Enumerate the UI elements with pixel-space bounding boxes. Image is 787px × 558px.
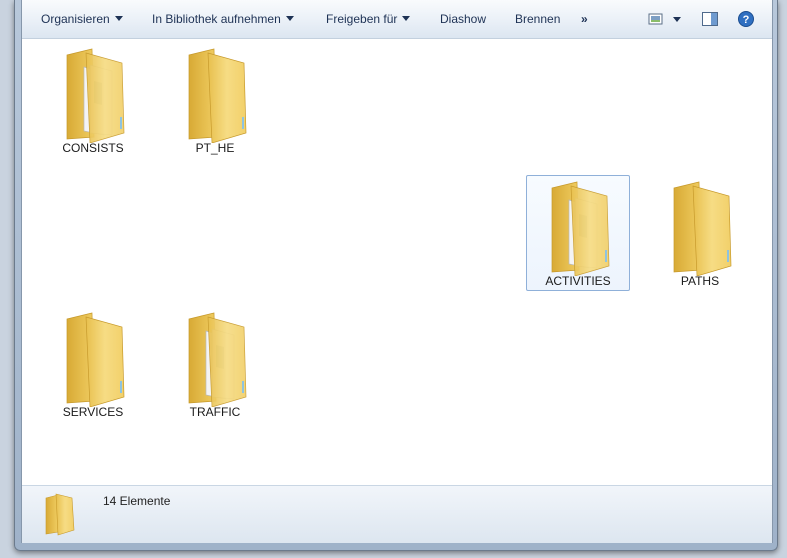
- folder-name: SERVICES: [62, 405, 124, 419]
- organize-button[interactable]: Organisieren: [41, 10, 123, 28]
- library-label: In Bibliothek aufnehmen: [152, 12, 281, 26]
- folder-item[interactable]: SERVICES: [41, 306, 145, 422]
- details-pane: 14 Elemente: [22, 485, 772, 543]
- folder-item[interactable]: ACTIVITIES: [526, 175, 630, 291]
- help-icon: ?: [738, 11, 754, 27]
- file-list-area[interactable]: CONSISTS PT_HE ACTIVITIES PATHS SERVICES TRAF…: [22, 39, 772, 485]
- share-label: Freigeben für: [326, 12, 398, 26]
- help-button[interactable]: ?: [738, 11, 754, 27]
- folder-icon: [186, 47, 250, 144]
- folder-icon: [671, 180, 735, 277]
- preview-pane-icon: [702, 12, 718, 26]
- folder-with-documents-icon: [64, 47, 128, 144]
- more-commands-button[interactable]: »: [581, 10, 588, 28]
- chevron-down-icon: [285, 16, 294, 21]
- chevron-down-icon: [673, 17, 681, 22]
- chevron-down-icon: [114, 16, 123, 21]
- view-options-button[interactable]: [673, 13, 683, 23]
- view-icon: [648, 13, 663, 25]
- folder-name: CONSISTS: [62, 141, 124, 155]
- folder-name: ACTIVITIES: [545, 274, 611, 288]
- explorer-window: Organisieren In Bibliothek aufnehmen Fre…: [14, 0, 778, 551]
- folder-with-documents-icon: [186, 311, 250, 408]
- burn-button[interactable]: Brennen: [515, 10, 560, 28]
- folder-item[interactable]: PATHS: [648, 175, 752, 291]
- change-view-button[interactable]: [648, 12, 664, 26]
- folder-icon: [64, 311, 128, 408]
- organize-label: Organisieren: [41, 12, 110, 26]
- folder-item[interactable]: PT_HE: [163, 42, 267, 158]
- include-in-library-button[interactable]: In Bibliothek aufnehmen: [152, 10, 294, 28]
- folder-item[interactable]: CONSISTS: [41, 42, 145, 158]
- folder-name: PT_HE: [195, 141, 235, 155]
- folder-item[interactable]: TRAFFIC: [163, 306, 267, 422]
- folder-name: PATHS: [680, 274, 720, 288]
- slideshow-button[interactable]: Diashow: [440, 10, 486, 28]
- chevron-down-icon: [402, 16, 411, 21]
- folder-name: TRAFFIC: [189, 405, 241, 419]
- share-with-button[interactable]: Freigeben für: [326, 10, 411, 28]
- folder-icon: [42, 492, 78, 536]
- item-count: 14 Elemente: [103, 494, 171, 508]
- window-client-area: Organisieren In Bibliothek aufnehmen Fre…: [21, 0, 773, 543]
- command-bar: Organisieren In Bibliothek aufnehmen Fre…: [22, 0, 772, 39]
- preview-pane-button[interactable]: [702, 12, 718, 26]
- svg-text:?: ?: [743, 14, 750, 26]
- folder-with-documents-icon: [549, 180, 613, 277]
